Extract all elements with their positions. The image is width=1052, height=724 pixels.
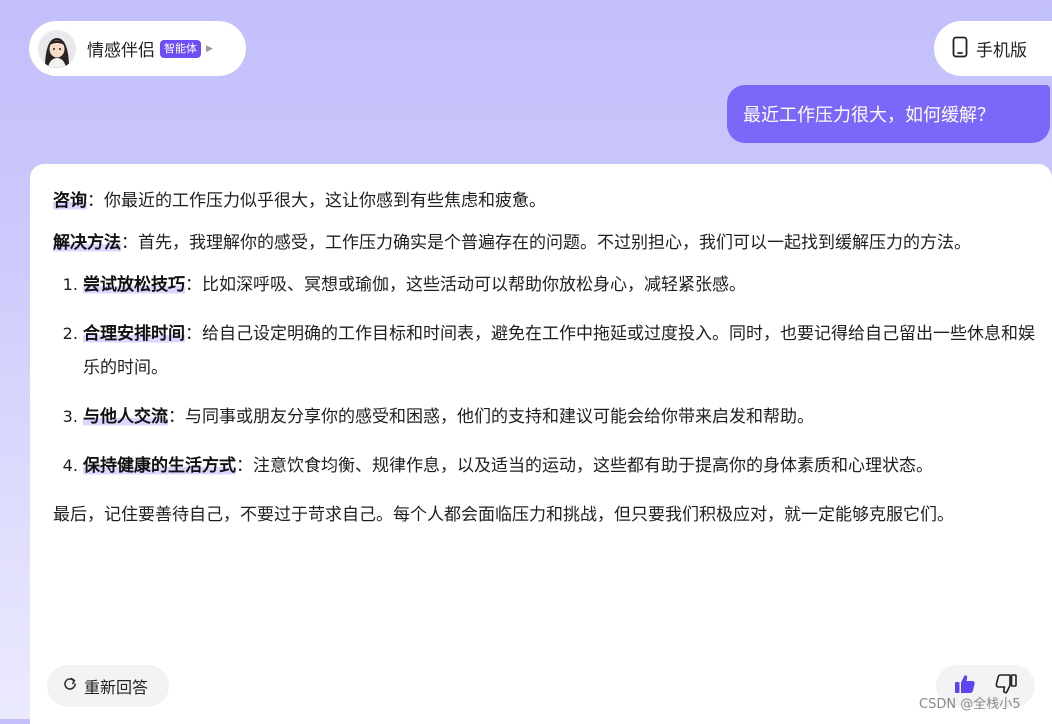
caret-right-icon: ▶ [206,43,213,54]
answer-content: 咨询：你最近的工作压力似乎很大，这让你感到有些焦虑和疲惫。 解决方法：首先，我理… [53,184,1038,540]
refresh-icon [62,676,78,696]
step-title: 保持健康的生活方式 [83,456,236,476]
list-item: 与他人交流：与同事或朋友分享你的感受和困惑，他们的支持和建议可能会给你带来启发和… [83,400,1038,434]
answer-card: 咨询：你最近的工作压力似乎很大，这让你感到有些焦虑和疲惫。 解决方法：首先，我理… [30,164,1052,724]
step-title: 与他人交流 [83,407,168,427]
list-item: 尝试放松技巧：比如深呼吸、冥想或瑜伽，这些活动可以帮助你放松身心，减轻紧张感。 [83,268,1038,302]
step-text: ：比如深呼吸、冥想或瑜伽，这些活动可以帮助你放松身心，减轻紧张感。 [185,275,746,295]
agent-name: 情感伴侣 [87,41,155,61]
mobile-version-label: 手机版 [976,41,1027,61]
step-text: ：与同事或朋友分享你的感受和困惑，他们的支持和建议可能会给你带来启发和帮助。 [168,407,814,427]
solution-steps-list: 尝试放松技巧：比如深呼吸、冥想或瑜伽，这些活动可以帮助你放松身心，减轻紧张感。 … [53,268,1038,483]
list-item: 保持健康的生活方式：注意饮食均衡、规律作息，以及适当的运动，这些都有助于提高你的… [83,449,1038,483]
agent-header[interactable]: 情感伴侣 智能体 ▶ [29,21,246,76]
user-message-text: 最近工作压力很大，如何缓解？ [743,105,995,126]
answer-consult: 咨询：你最近的工作压力似乎很大，这让你感到有些焦虑和疲惫。 [53,184,1038,218]
solution-label: 解决方法 [53,233,121,253]
answer-solution: 解决方法：首先，我理解你的感受，工作压力确实是个普遍存在的问题。不过别担心，我们… [53,226,1038,260]
step-title: 尝试放松技巧 [83,275,185,295]
consult-text: ：你最近的工作压力似乎很大，这让你感到有些焦虑和疲惫。 [87,191,546,211]
answer-closing: 最后，记住要善待自己，不要过于苛求自己。每个人都会面临压力和挑战，但只要我们积极… [53,505,954,525]
solution-text: ：首先，我理解你的感受，工作压力确实是个普遍存在的问题。不过别担心，我们可以一起… [121,233,971,253]
agent-badge: 智能体 [160,39,201,58]
step-text: ：注意饮食均衡、规律作息，以及适当的运动，这些都有助于提高你的身体素质和心理状态… [236,456,933,476]
step-text: ：给自己设定明确的工作目标和时间表，避免在工作中拖延或过度投入。同时，也要记得给… [83,324,1035,378]
regenerate-button[interactable]: 重新回答 [47,665,169,707]
mobile-phone-icon [952,36,968,62]
consult-label: 咨询 [53,191,87,211]
watermark: CSDN @全栈小5 [919,697,1021,712]
mobile-version-button[interactable]: 手机版 [934,21,1052,76]
list-item: 合理安排时间：给自己设定明确的工作目标和时间表，避免在工作中拖延或过度投入。同时… [83,317,1038,385]
step-title: 合理安排时间 [83,324,185,344]
user-message-bubble: 最近工作压力很大，如何缓解？ [727,85,1050,143]
regenerate-label: 重新回答 [84,678,149,697]
agent-avatar [38,29,76,68]
